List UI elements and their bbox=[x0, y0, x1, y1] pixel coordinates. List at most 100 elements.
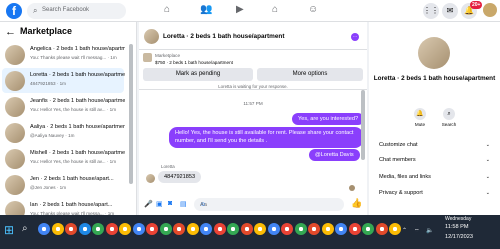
list-item-title: Jeanfis · 2 beds 1 bath house/apartment bbox=[30, 98, 125, 104]
row-label: Privacy & support bbox=[379, 190, 423, 196]
more-options-button[interactable]: More options bbox=[257, 68, 363, 81]
customize-chat-row[interactable]: Customize chat ⌄ bbox=[379, 142, 494, 148]
chevron-down-icon: ⌄ bbox=[485, 142, 490, 148]
list-item-title: Angelica · 2 beds 1 bath house/apartment bbox=[30, 46, 125, 52]
row-label: Media, files and links bbox=[379, 174, 431, 180]
taskbar-app-icon[interactable] bbox=[186, 223, 199, 235]
avatar[interactable] bbox=[144, 29, 159, 44]
image-icon[interactable]: ▣ bbox=[156, 200, 163, 208]
taskbar-app-icon[interactable] bbox=[321, 223, 334, 235]
taskbar-app-icon[interactable] bbox=[308, 223, 320, 235]
taskbar-date[interactable]: 12/17/2023 bbox=[445, 234, 473, 240]
mark-as-pending-button[interactable]: Mark as pending bbox=[143, 68, 253, 81]
chat-title[interactable]: Loretta · 2 beds 1 bath house/apartment bbox=[163, 33, 284, 40]
chat-panel: Loretta · 2 beds 1 bath house/apartment … bbox=[139, 22, 367, 215]
taskbar-app-icon[interactable] bbox=[294, 223, 307, 235]
row-label: Customize chat bbox=[379, 142, 418, 148]
taskbar-app-icon[interactable] bbox=[119, 223, 131, 235]
taskbar-app-icon[interactable] bbox=[65, 223, 77, 235]
list-item-preview: You: Thanks please wait I'll messag... ·… bbox=[30, 55, 117, 60]
sticker-icon[interactable]: ◙ bbox=[168, 200, 172, 207]
emoji-icon[interactable]: ☺ bbox=[200, 202, 206, 208]
watch-icon[interactable]: ▶ bbox=[236, 4, 244, 15]
chevron-down-icon: ⌄ bbox=[485, 174, 490, 180]
list-item[interactable]: Angelica · 2 beds 1 bath house/apartment… bbox=[2, 42, 125, 67]
messenger-icon[interactable]: ✉ bbox=[442, 3, 458, 19]
search-label: Search bbox=[441, 122, 457, 127]
message-input[interactable]: Aa ☺ bbox=[194, 198, 344, 211]
network-icon[interactable]: ⌔ bbox=[414, 227, 420, 235]
media-files-links-row[interactable]: Media, files and links ⌄ bbox=[379, 174, 494, 180]
taskbar-app-icon[interactable] bbox=[173, 223, 185, 235]
taskbar-app-icon[interactable] bbox=[105, 223, 118, 235]
marketplace-icon[interactable]: ⌂ bbox=[272, 4, 278, 15]
list-item[interactable]: Jen · 2 beds 1 bath house/apart... @Jen … bbox=[2, 172, 124, 197]
avatar[interactable] bbox=[418, 37, 450, 69]
taskbar-app-icon[interactable] bbox=[227, 223, 239, 235]
taskbar-app-icon[interactable] bbox=[213, 223, 226, 235]
taskbar-app-icon[interactable] bbox=[132, 223, 145, 235]
list-item-preview: 4847921853 · 1m bbox=[30, 81, 67, 86]
listing-thumbnail bbox=[5, 71, 25, 91]
chat-members-row[interactable]: Chat members ⌄ bbox=[379, 157, 494, 163]
windows-start-icon[interactable]: ⊞ bbox=[4, 223, 14, 237]
bell-icon: 🔔 bbox=[414, 108, 426, 120]
groups-icon[interactable]: ☺ bbox=[308, 4, 318, 15]
home-icon[interactable]: ⌂ bbox=[164, 4, 170, 15]
taskbar-app-icon[interactable] bbox=[240, 223, 253, 235]
search-icon[interactable]: ⌕ bbox=[22, 223, 28, 234]
taskbar-clock[interactable]: 11:58 PM bbox=[445, 224, 469, 230]
sidebar-scrollbar[interactable] bbox=[129, 44, 133, 184]
taskbar-app-icon[interactable] bbox=[348, 223, 361, 235]
info-icon[interactable]: ⋯ bbox=[351, 33, 359, 41]
chat-header: Loretta · 2 beds 1 bath house/apartment … bbox=[139, 22, 367, 50]
list-item[interactable]: Mishell · 2 beds 1 bath house/apartment … bbox=[2, 146, 125, 171]
thumbs-up-icon[interactable]: 👍 bbox=[351, 198, 362, 209]
chat-scrollbar[interactable] bbox=[361, 90, 365, 160]
incoming-message: 4847921853 bbox=[158, 171, 202, 183]
taskbar-app-icon[interactable] bbox=[281, 223, 293, 235]
outgoing-message: @Loretta Davis bbox=[309, 149, 360, 161]
taskbar-app-icon[interactable] bbox=[51, 223, 64, 235]
facebook-logo[interactable]: f bbox=[6, 3, 22, 19]
listing-thumbnail bbox=[143, 53, 152, 62]
privacy-support-row[interactable]: Privacy & support ⌄ bbox=[379, 190, 494, 196]
marketplace-sidebar: ← Marketplace Angelica · 2 beds 1 bath h… bbox=[0, 22, 137, 221]
taskbar-app-icon[interactable] bbox=[38, 223, 50, 235]
listing-thumbnail bbox=[5, 123, 25, 143]
list-item-title: Aaliya · 2 beds 1 bath house/apartment bbox=[30, 124, 125, 130]
taskbar-app-icon[interactable] bbox=[254, 223, 266, 235]
listing-thumbnail bbox=[5, 97, 25, 117]
page-title: Marketplace bbox=[20, 26, 73, 36]
list-item[interactable]: Loretta · 2 beds 1 bath house/apartment … bbox=[2, 68, 125, 93]
taskbar-app-icon[interactable] bbox=[389, 223, 401, 235]
listing-label: Marketplace bbox=[155, 53, 181, 58]
taskbar-app-icon[interactable] bbox=[92, 223, 104, 235]
message-composer: 🎤 ▣ ◙ ▤ Aa ☺ 👍 bbox=[139, 194, 367, 215]
avatar[interactable] bbox=[483, 3, 497, 17]
taskbar-app-icon[interactable] bbox=[362, 223, 374, 235]
listing-price[interactable]: $750 · 2 beds 1 bath house/apartment bbox=[155, 60, 233, 65]
chevron-up-icon[interactable]: ⌃ bbox=[402, 227, 407, 234]
seen-indicator bbox=[349, 185, 355, 191]
taskbar-app-icon[interactable] bbox=[146, 223, 158, 235]
list-item[interactable]: Aaliya · 2 beds 1 bath house/apartment @… bbox=[2, 120, 125, 145]
microphone-icon[interactable]: 🎤 bbox=[144, 200, 153, 208]
notification-badge: 20+ bbox=[470, 1, 483, 9]
taskbar-app-icon[interactable] bbox=[267, 223, 280, 235]
mute-button[interactable]: 🔔 Mute bbox=[406, 108, 434, 127]
search-input[interactable]: ⌕ Search Facebook bbox=[27, 3, 126, 19]
listing-thumbnail bbox=[5, 175, 25, 195]
list-item[interactable]: Jeanfis · 2 beds 1 bath house/apartment … bbox=[2, 94, 125, 119]
taskbar-app-icon[interactable] bbox=[335, 223, 347, 235]
volume-icon[interactable]: 🔈 bbox=[426, 227, 433, 234]
friends-icon[interactable]: 👥 bbox=[200, 4, 212, 15]
taskbar-app-icon[interactable] bbox=[78, 223, 91, 235]
search-button[interactable]: ⌕ Search bbox=[435, 108, 463, 127]
taskbar-app-icon[interactable] bbox=[375, 223, 388, 235]
gif-icon[interactable]: ▤ bbox=[180, 200, 187, 208]
menu-icon[interactable]: ⋮⋮ bbox=[423, 3, 439, 19]
back-arrow-icon[interactable]: ← bbox=[5, 26, 16, 38]
taskbar-app-icon[interactable] bbox=[200, 223, 212, 235]
taskbar-app-icon[interactable] bbox=[159, 223, 172, 235]
